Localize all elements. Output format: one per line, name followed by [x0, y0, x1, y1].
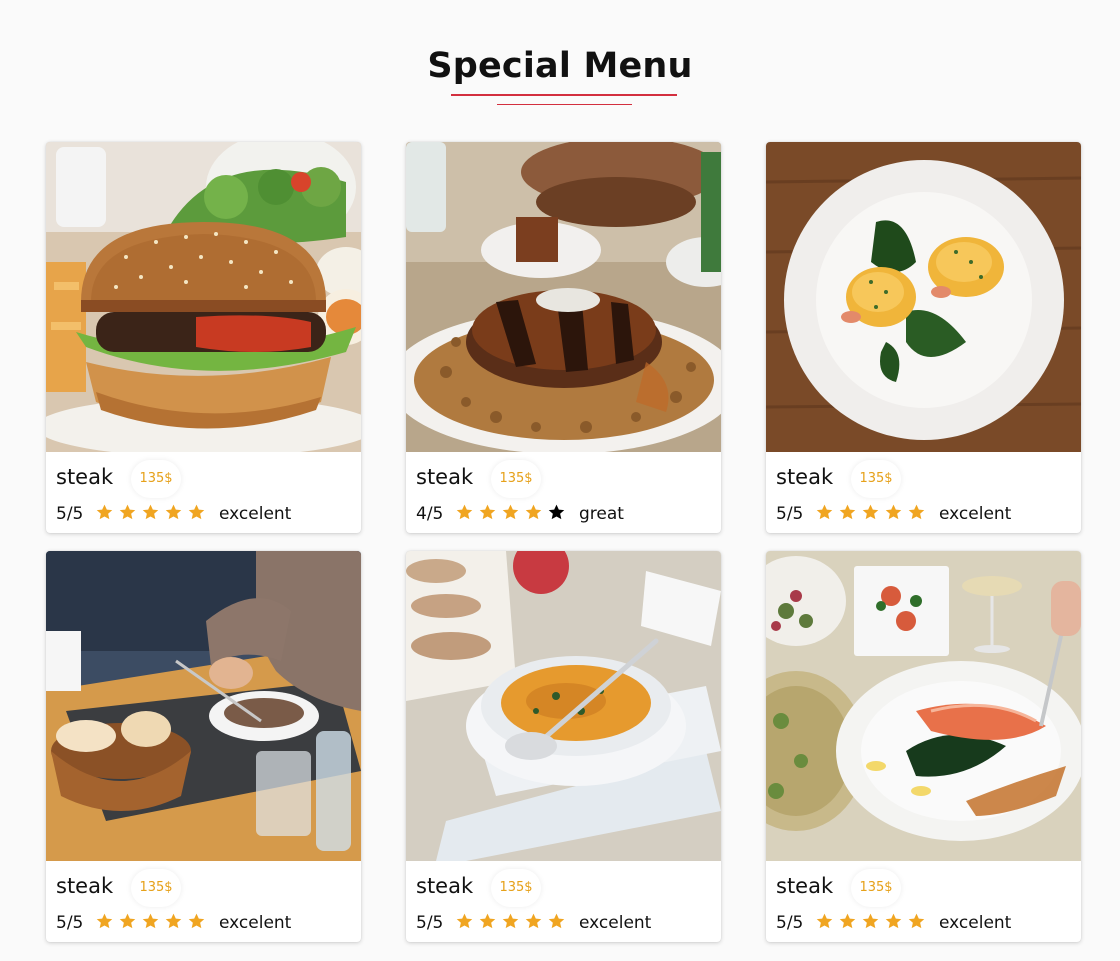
star-empty-icon — [548, 504, 565, 520]
dish-name: steak — [416, 874, 474, 898]
star-filled-icon — [456, 913, 473, 929]
dish-name: steak — [776, 874, 834, 898]
rating-label: excelent — [579, 913, 652, 933]
star-filled-icon — [479, 504, 496, 520]
rating-label: excelent — [939, 913, 1012, 933]
star-rating — [815, 503, 926, 525]
star-filled-icon — [479, 913, 496, 929]
eggs-benedict-photo — [766, 142, 1081, 452]
star-filled-icon — [839, 913, 856, 929]
star-filled-icon — [188, 913, 205, 929]
rating-score: 5/5 — [416, 913, 444, 933]
salmon-plate-photo — [766, 551, 1081, 861]
title-underline-short — [497, 104, 632, 105]
price-badge: 135$ — [131, 869, 181, 907]
star-filled-icon — [908, 504, 925, 520]
price-badge: 135$ — [131, 460, 181, 498]
menu-card[interactable]: steak 135$ 5/5 excelent — [46, 142, 361, 533]
star-filled-icon — [96, 913, 113, 929]
rating-label: great — [579, 504, 624, 524]
star-filled-icon — [502, 504, 519, 520]
dish-name: steak — [416, 465, 474, 489]
menu-card[interactable]: steak 135$ 5/5 excelent — [766, 142, 1081, 533]
diner-soup-photo — [46, 551, 361, 861]
menu-card[interactable]: steak 135$ 5/5 excelent — [406, 551, 721, 942]
star-filled-icon — [525, 504, 542, 520]
star-filled-icon — [525, 913, 542, 929]
star-filled-icon — [119, 504, 136, 520]
price-badge: 135$ — [851, 869, 901, 907]
star-filled-icon — [908, 913, 925, 929]
star-filled-icon — [188, 504, 205, 520]
price-badge: 135$ — [851, 460, 901, 498]
star-rating — [95, 503, 206, 525]
star-filled-icon — [816, 913, 833, 929]
star-filled-icon — [96, 504, 113, 520]
rating-score: 5/5 — [56, 504, 84, 524]
price-badge: 135$ — [491, 869, 541, 907]
dish-name: steak — [56, 874, 114, 898]
star-filled-icon — [142, 913, 159, 929]
star-filled-icon — [816, 504, 833, 520]
star-filled-icon — [885, 504, 902, 520]
star-filled-icon — [456, 504, 473, 520]
dish-name: steak — [56, 465, 114, 489]
star-filled-icon — [165, 504, 182, 520]
star-filled-icon — [862, 504, 879, 520]
price-badge: 135$ — [491, 460, 541, 498]
star-rating — [455, 503, 566, 525]
star-filled-icon — [548, 913, 565, 929]
star-rating — [455, 912, 566, 934]
rating-score: 5/5 — [776, 913, 804, 933]
star-filled-icon — [862, 913, 879, 929]
star-filled-icon — [839, 504, 856, 520]
menu-card[interactable]: steak 135$ 5/5 excelent — [766, 551, 1081, 942]
menu-card[interactable]: steak 135$ 4/5 great — [406, 142, 721, 533]
rating-score: 4/5 — [416, 504, 444, 524]
star-filled-icon — [119, 913, 136, 929]
rating-score: 5/5 — [56, 913, 84, 933]
curry-soup-photo — [406, 551, 721, 861]
rating-label: excelent — [939, 504, 1012, 524]
rating-score: 5/5 — [776, 504, 804, 524]
star-filled-icon — [142, 504, 159, 520]
star-filled-icon — [885, 913, 902, 929]
star-filled-icon — [502, 913, 519, 929]
page-title: Special Menu — [427, 46, 693, 86]
burger-photo — [46, 142, 361, 452]
dish-name: steak — [776, 465, 834, 489]
title-underline — [451, 94, 677, 96]
star-rating — [815, 912, 926, 934]
menu-card[interactable]: steak 135$ 5/5 excelent — [46, 551, 361, 942]
star-filled-icon — [165, 913, 182, 929]
rating-label: excelent — [219, 913, 292, 933]
rating-label: excelent — [219, 504, 292, 524]
star-rating — [95, 912, 206, 934]
pancake-photo — [406, 142, 721, 452]
